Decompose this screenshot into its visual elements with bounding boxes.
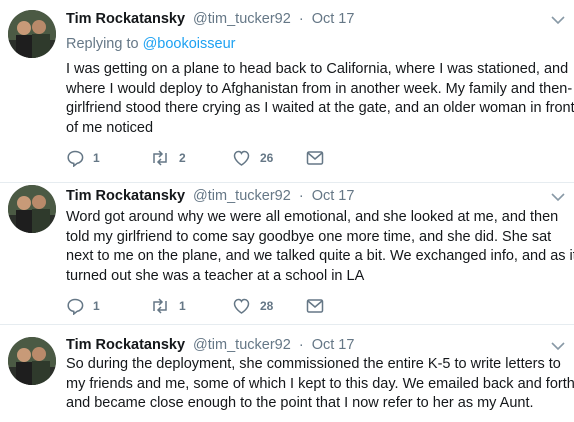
timestamp[interactable]: Oct 17 (312, 11, 355, 27)
separator: · (298, 337, 304, 353)
tweet[interactable]: Tim Rockatansky @tim_tucker92 · Oct 17 W… (0, 183, 574, 324)
retweet-icon (150, 297, 170, 315)
direct-message-button[interactable] (306, 148, 324, 168)
reply-button[interactable]: 1 (66, 148, 100, 168)
reply-button[interactable]: 1 (66, 296, 100, 316)
like-count: 26 (260, 151, 274, 165)
like-button[interactable]: 28 (232, 296, 273, 316)
display-name[interactable]: Tim Rockatansky (66, 188, 185, 204)
tweet-text-line: of me noticed (66, 119, 154, 136)
retweet-button[interactable]: 2 (150, 148, 186, 168)
tweet-text-line: and became close enough to the point tha… (66, 395, 534, 411)
like-count: 28 (260, 299, 274, 313)
username[interactable]: @tim_tucker92 (193, 337, 291, 353)
replying-to-label: Replying to (66, 36, 139, 52)
tweet-text-line: next to me on the plane, and we talked q… (66, 248, 574, 264)
tweet-text-line: turned out she was a teacher at a school… (66, 267, 365, 284)
retweet-count: 1 (179, 299, 186, 313)
tweet-actions: 1 2 26 (66, 148, 366, 168)
retweet-count: 2 (179, 151, 186, 165)
tweet-text-line: Word got around why we were all emotiona… (66, 209, 559, 225)
tweet-actions: 1 1 28 (66, 296, 366, 316)
replying-to-handle[interactable]: @bookoisseur (143, 36, 236, 52)
separator: · (298, 11, 304, 27)
envelope-icon (306, 298, 324, 314)
tweet-text: So during the deployment, she commission… (66, 355, 574, 414)
tweet-text-line: told my girlfriend to come say goodbye o… (66, 228, 552, 245)
tweet-header: Tim Rockatansky @tim_tucker92 · Oct 17 (66, 337, 354, 355)
reply-count: 1 (93, 151, 100, 165)
chevron-down-icon[interactable] (551, 15, 565, 25)
heart-icon (232, 297, 251, 315)
timestamp[interactable]: Oct 17 (312, 337, 355, 353)
heart-icon (232, 149, 251, 167)
tweet-text-line: I was getting on a plane to head back to… (66, 61, 569, 77)
like-button[interactable]: 26 (232, 148, 273, 168)
tweet-text: I was getting on a plane to head back to… (66, 60, 574, 138)
avatar[interactable] (8, 337, 56, 385)
reply-icon (66, 149, 84, 167)
tweet-text-line: my friends and me, some of which I kept … (66, 375, 574, 392)
tweet-text-line: So during the deployment, she commission… (66, 356, 561, 372)
retweet-button[interactable]: 1 (150, 296, 186, 316)
avatar[interactable] (8, 185, 56, 233)
tweet[interactable]: Tim Rockatansky @tim_tucker92 · Oct 17 S… (0, 325, 574, 422)
username[interactable]: @tim_tucker92 (193, 11, 291, 27)
username[interactable]: @tim_tucker92 (193, 188, 291, 204)
reply-count: 1 (93, 299, 100, 313)
timestamp[interactable]: Oct 17 (312, 188, 355, 204)
tweet-text-line: where I would deploy to Afghanistan from… (66, 80, 573, 97)
avatar[interactable] (8, 10, 56, 58)
reply-icon (66, 297, 84, 315)
tweet-header: Tim Rockatansky @tim_tucker92 · Oct 17 (66, 11, 354, 29)
chevron-down-icon[interactable] (551, 341, 565, 351)
display-name[interactable]: Tim Rockatansky (66, 337, 185, 353)
replying-to: Replying to @bookoisseur (66, 36, 235, 52)
tweet-header: Tim Rockatansky @tim_tucker92 · Oct 17 (66, 188, 354, 206)
chevron-down-icon[interactable] (551, 192, 565, 202)
retweet-icon (150, 149, 170, 167)
tweet-text: Word got around why we were all emotiona… (66, 208, 574, 286)
envelope-icon (306, 150, 324, 166)
display-name[interactable]: Tim Rockatansky (66, 11, 185, 27)
separator: · (298, 188, 304, 204)
direct-message-button[interactable] (306, 296, 324, 316)
tweet-text-line: girlfriend stood there crying as I waite… (66, 100, 574, 116)
tweet[interactable]: Tim Rockatansky @tim_tucker92 · Oct 17 R… (0, 0, 574, 182)
